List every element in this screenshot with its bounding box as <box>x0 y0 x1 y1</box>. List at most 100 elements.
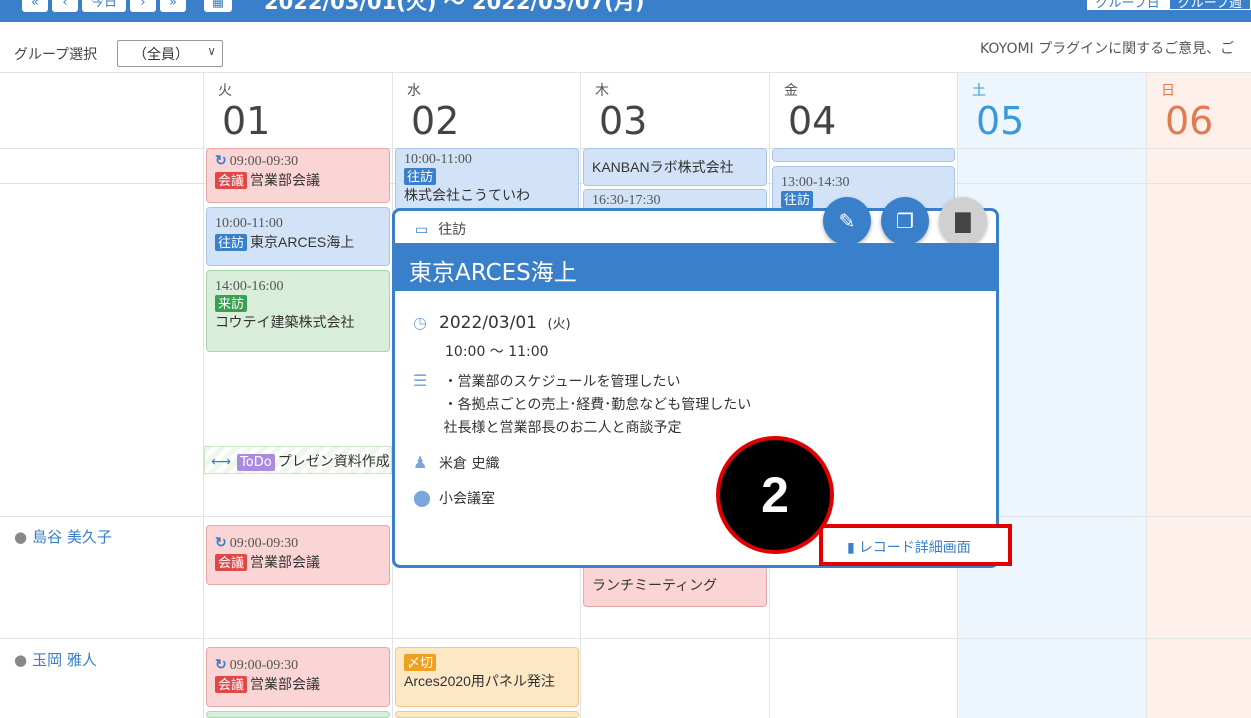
event-time: 10:00-11:00 <box>404 152 472 167</box>
event-tag: 会議 <box>215 172 248 189</box>
day-header-tue: 火 01 <box>206 80 270 142</box>
grid-line <box>1146 72 1147 718</box>
event-card[interactable] <box>395 711 579 718</box>
event-title: ランチミーティング <box>592 577 718 593</box>
record-detail-label: レコード詳細画面 <box>858 540 971 556</box>
day-num: 04 <box>788 99 837 143</box>
event-card[interactable]: KANBANラボ株式会社 <box>583 148 767 186</box>
tab-group-day[interactable]: グループ日 <box>1086 0 1169 11</box>
group-select-value: （全員） <box>133 47 189 63</box>
grid-line <box>0 638 1251 639</box>
repeat-icon: ↻ <box>215 534 227 550</box>
calendar-icon[interactable]: ▦ <box>204 0 232 12</box>
popup-attendee: 米倉 史織 <box>439 456 500 472</box>
nav-last-button[interactable]: » <box>160 0 186 12</box>
event-card[interactable]: ↻ 09:00-09:30 会議 営業部会議 <box>206 148 390 203</box>
grid-line <box>203 72 204 718</box>
feedback-link[interactable]: KOYOMI プラグインに関するご意見、ご <box>980 38 1234 58</box>
grid-line <box>0 72 1251 73</box>
popup-notes: ☰ ・営業部のスケジュールを管理したい ・各拠点ごとの売上･経費･勤怠なども管理… <box>413 371 751 440</box>
event-card[interactable]: 10:00-11:00 往訪 株式会社こうていわ <box>395 148 579 210</box>
day-header-sat: 土 05 <box>960 80 1024 142</box>
tab-group-week[interactable]: グループ週 <box>1168 0 1251 11</box>
copy-button[interactable]: ❐ <box>881 197 929 245</box>
document-icon: ▮ <box>847 540 855 556</box>
day-header-thu: 木 03 <box>583 80 647 142</box>
event-title: 営業部会議 <box>250 554 321 570</box>
event-card[interactable]: 10:00-11:00 往訪 東京ARCES海上 <box>206 207 390 266</box>
note-line: ・営業部のスケジュールを管理したい <box>443 374 681 390</box>
event-title: Arces2020用パネル発注 <box>404 673 555 689</box>
event-tag: 〆切 <box>404 654 437 671</box>
todo-title: プレゼン資料作成 <box>277 454 390 470</box>
view-tabs: グループ日 グループ週 <box>1086 0 1251 11</box>
top-bar: « ‹ 今日 › » ▦ 2022/03/01(火) ～ 2022/03/07(… <box>0 0 1251 22</box>
record-detail-button[interactable]: ▮ レコード詳細画面 <box>819 524 1012 566</box>
event-title: 営業部会議 <box>250 676 321 692</box>
day-dow: 水 <box>407 83 421 99</box>
day-dow: 日 <box>1161 83 1175 99</box>
day-header-fri: 金 04 <box>772 80 836 142</box>
todo-tag: ToDo <box>237 454 275 471</box>
day-header-sun: 日 06 <box>1149 80 1213 142</box>
event-card[interactable]: ランチミーティング <box>583 566 767 607</box>
popup-type-label: 往訪 <box>438 222 467 238</box>
day-num: 03 <box>599 99 648 143</box>
day-num: 01 <box>222 99 271 143</box>
day-num: 06 <box>1165 99 1214 143</box>
people-icon: ♟ <box>413 453 428 472</box>
calendar-icon: ▭ <box>415 222 429 238</box>
event-tag: 往訪 <box>404 168 437 185</box>
event-title: コウテイ建築株式会社 <box>215 314 355 330</box>
edit-button[interactable]: ✎ <box>823 197 871 245</box>
event-card[interactable]: ↻ 09:00-09:30 会議 営業部会議 <box>206 525 390 585</box>
delete-button[interactable]: ▇ <box>939 197 987 245</box>
popup-weekday: (火) <box>547 317 571 332</box>
event-tag: 来訪 <box>215 295 248 312</box>
user-icon: ● <box>14 651 28 669</box>
nav-first-button[interactable]: « <box>22 0 48 12</box>
event-time: 10:00-11:00 <box>215 216 283 231</box>
event-title: KANBANラボ株式会社 <box>592 159 734 175</box>
clock-icon: ◷ <box>413 313 427 332</box>
event-card[interactable] <box>772 148 955 162</box>
event-time: 09:00-09:30 <box>229 154 299 169</box>
day-dow: 土 <box>972 83 986 99</box>
person-name[interactable]: ● 玉岡 雅人 <box>14 649 97 670</box>
user-icon: ● <box>14 528 28 546</box>
nav-prev-button[interactable]: ‹ <box>52 0 78 12</box>
event-tag: 往訪 <box>781 191 814 208</box>
group-select[interactable]: （全員） ∨ <box>117 40 223 67</box>
person-label: 島谷 美久子 <box>32 528 112 546</box>
event-card[interactable] <box>206 711 390 718</box>
location-pin-icon: ⬤ <box>413 488 431 507</box>
span-arrow-icon: ⟷ <box>211 454 232 470</box>
group-select-label: グループ選択 <box>14 47 98 63</box>
day-num: 02 <box>411 99 460 143</box>
repeat-icon: ↻ <box>215 656 227 672</box>
event-card[interactable]: 〆切 Arces2020用パネル発注 <box>395 647 579 707</box>
event-tag: 往訪 <box>215 234 248 251</box>
event-title: 株式会社こうていわ <box>404 187 530 203</box>
nav-next-button[interactable]: › <box>130 0 156 12</box>
event-detail-popup: ▭ 往訪 ✎ ❐ ▇ 東京ARCES海上 ◷ 2022/03/01 (火) 10:0… <box>392 197 1012 568</box>
todo-item[interactable]: ⟷ ToDo プレゼン資料作成 <box>204 446 392 474</box>
event-card[interactable]: ↻ 09:00-09:30 会議 営業部会議 <box>206 647 390 707</box>
event-card[interactable]: 14:00-16:00 来訪 コウテイ建築株式会社 <box>206 270 390 352</box>
day-dow: 金 <box>784 83 798 99</box>
popup-title: 東京ARCES海上 <box>395 243 996 291</box>
chevron-down-icon: ∨ <box>207 44 216 58</box>
popup-date: 2022/03/01 <box>439 313 537 333</box>
person-label: 玉岡 雅人 <box>32 651 97 669</box>
event-time: 13:00-14:30 <box>781 175 850 190</box>
event-time: 09:00-09:30 <box>229 658 299 673</box>
repeat-icon: ↻ <box>215 152 227 168</box>
event-time: 14:00-16:00 <box>215 279 284 294</box>
popup-location: 小会議室 <box>439 491 495 507</box>
event-title: 営業部会議 <box>250 172 321 188</box>
popup-type: ▭ 往訪 <box>415 219 466 239</box>
copy-icon: ❐ <box>896 209 914 233</box>
person-name[interactable]: ● 島谷 美久子 <box>14 526 112 547</box>
date-range: 2022/03/01(火) ～ 2022/03/07(月) <box>264 0 645 14</box>
nav-today-button[interactable]: 今日 <box>82 0 126 12</box>
